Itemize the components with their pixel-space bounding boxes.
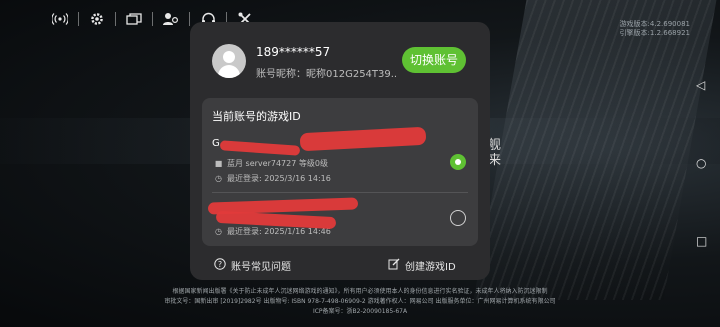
question-icon: ? [214,258,226,273]
background-artwork [473,0,717,300]
switch-account-button[interactable]: 切换账号 [402,47,466,73]
avatar-head [223,51,235,63]
broadcast-icon[interactable] [42,8,78,30]
location-user-icon[interactable] [153,8,189,30]
gear-icon[interactable] [79,8,115,30]
clock-icon: ◷ [215,174,222,183]
selected-radio[interactable] [450,154,466,170]
footer-notice: 根据国家新闻出版署《关于防止未成年人沉迷网络游戏的通知》，所有用户必须使用本人的… [172,288,548,295]
create-game-id-link[interactable]: 创建游戏ID [388,258,456,273]
item-divider [212,192,468,193]
account-nickname: 账号昵称：昵称012G254T39... [256,69,396,80]
screens-icon[interactable] [116,8,152,30]
svg-text:?: ? [218,260,222,269]
avatar [212,44,246,78]
account-faq-link[interactable]: ? 账号常见问题 [214,258,291,273]
unselected-radio[interactable] [450,210,466,226]
engine-version: 引擎版本:1.2.668921 [619,29,690,37]
avatar-body [218,65,240,78]
footer-icp[interactable]: ICP备案号：浙B2-20090185-67A [0,308,720,316]
game-id-card: 当前账号的游戏ID G ■ 蓝月 server74727 等级0级 ◷ 最近登录… [202,98,478,246]
game-id-login: ◷ 最近登录: 2025/3/16 14:16 [215,174,331,183]
user-icon: ■ [214,159,223,168]
account-panel: 189******57 账号昵称：昵称012G254T39... 切换账号 当前… [190,22,490,280]
game-id-name: G [212,138,220,149]
recents-icon[interactable]: □ [696,234,707,248]
game-id-title: 当前账号的游戏ID [212,110,301,123]
footer-approval: 审批文号：国新出审 [2019]2982号 出版物号: ISBN 978-7-4… [164,298,556,305]
edit-icon [388,258,400,273]
clock-icon: ◷ [215,227,222,236]
back-icon[interactable]: ◁ [696,78,706,92]
account-phone: 189******57 [256,45,331,59]
home-icon[interactable]: ○ [696,156,706,170]
game-version: 游戏版本:4.2.690081 [619,20,690,28]
version-info: 游戏版本:4.2.690081 引擎版本:1.2.668921 [620,20,690,38]
game-id-server: ■ 蓝月 server74727 等级0级 [214,159,328,168]
